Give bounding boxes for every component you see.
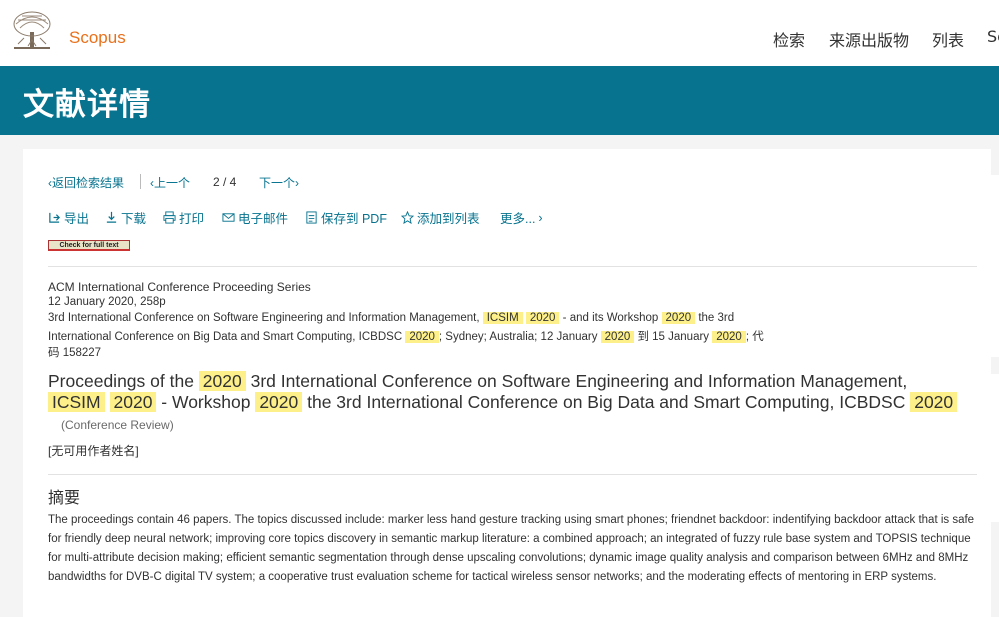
- highlight: ICSIM: [48, 392, 105, 412]
- email-button[interactable]: 电子邮件: [222, 208, 288, 227]
- page-banner: 文献详情: [0, 66, 999, 135]
- top-header: Scopus 检索 来源出版物 列表 Sc: [0, 0, 999, 66]
- highlight: 2020: [255, 392, 303, 412]
- chevron-right-icon: ›: [295, 176, 300, 190]
- nav-more-cut[interactable]: Sc: [987, 27, 999, 46]
- divider: [48, 266, 977, 267]
- highlight: 2020: [712, 331, 746, 343]
- elsevier-tree-logo[interactable]: [10, 10, 54, 52]
- side-panel-top: [990, 175, 999, 357]
- highlight: 2020: [198, 371, 246, 391]
- author-list: [无可用作者姓名]: [48, 444, 139, 458]
- highlight: 2020: [661, 312, 696, 324]
- highlight: 2020: [109, 392, 157, 412]
- side-panel-bottom: [990, 374, 999, 522]
- highlight: 2020: [525, 312, 560, 324]
- page-title: 文献详情: [23, 87, 151, 123]
- highlight: ICSIM: [482, 312, 523, 324]
- pager-divider: [140, 174, 141, 189]
- highlight: 2020: [600, 331, 635, 343]
- save-pdf-button[interactable]: 保存到 PDF: [305, 208, 387, 227]
- abstract-heading: 摘要: [48, 488, 81, 507]
- conference-line-1: 3rd International Conference on Software…: [48, 312, 735, 324]
- chevron-right-icon: ›: [538, 210, 543, 225]
- date-pages: 12 January 2020, 258p: [48, 296, 166, 308]
- back-to-results-link[interactable]: ‹返回检索结果: [48, 174, 124, 191]
- printer-icon: [163, 211, 176, 224]
- nav-sources[interactable]: 来源出版物: [829, 27, 909, 51]
- prev-link[interactable]: ‹上一个: [150, 174, 190, 191]
- envelope-icon: [222, 213, 235, 222]
- pdf-icon: [306, 211, 317, 224]
- nav-lists[interactable]: 列表: [932, 27, 964, 51]
- more-button[interactable]: 更多... ›: [500, 208, 543, 227]
- scopus-brand[interactable]: Scopus: [69, 28, 126, 48]
- add-to-list-button[interactable]: 添加到列表: [401, 208, 480, 227]
- abstract-text: The proceedings contain 46 papers. The t…: [48, 514, 975, 583]
- nav-search[interactable]: 检索: [773, 27, 805, 51]
- document-type: (Conference Review): [61, 418, 174, 432]
- conference-line-2: International Conference on Big Data and…: [48, 331, 764, 343]
- document-title: Proceedings of the 2020 3rd Internationa…: [48, 371, 983, 413]
- highlight: 2020: [910, 392, 958, 412]
- highlight: 2020: [405, 331, 439, 343]
- download-icon: [106, 211, 117, 223]
- divider: [48, 474, 977, 475]
- print-button[interactable]: 打印: [163, 208, 204, 227]
- export-icon: [49, 212, 60, 223]
- source-series-link[interactable]: ACM International Conference Proceeding …: [48, 280, 311, 294]
- next-link[interactable]: 下一个›: [259, 174, 299, 191]
- pager-position: 2 / 4: [213, 175, 237, 189]
- conference-code: 码 158227: [48, 347, 102, 359]
- export-button[interactable]: 导出: [48, 208, 89, 227]
- star-icon: [401, 211, 414, 224]
- download-button[interactable]: 下载: [105, 208, 146, 227]
- check-full-text-button[interactable]: Check for full text: [48, 240, 130, 251]
